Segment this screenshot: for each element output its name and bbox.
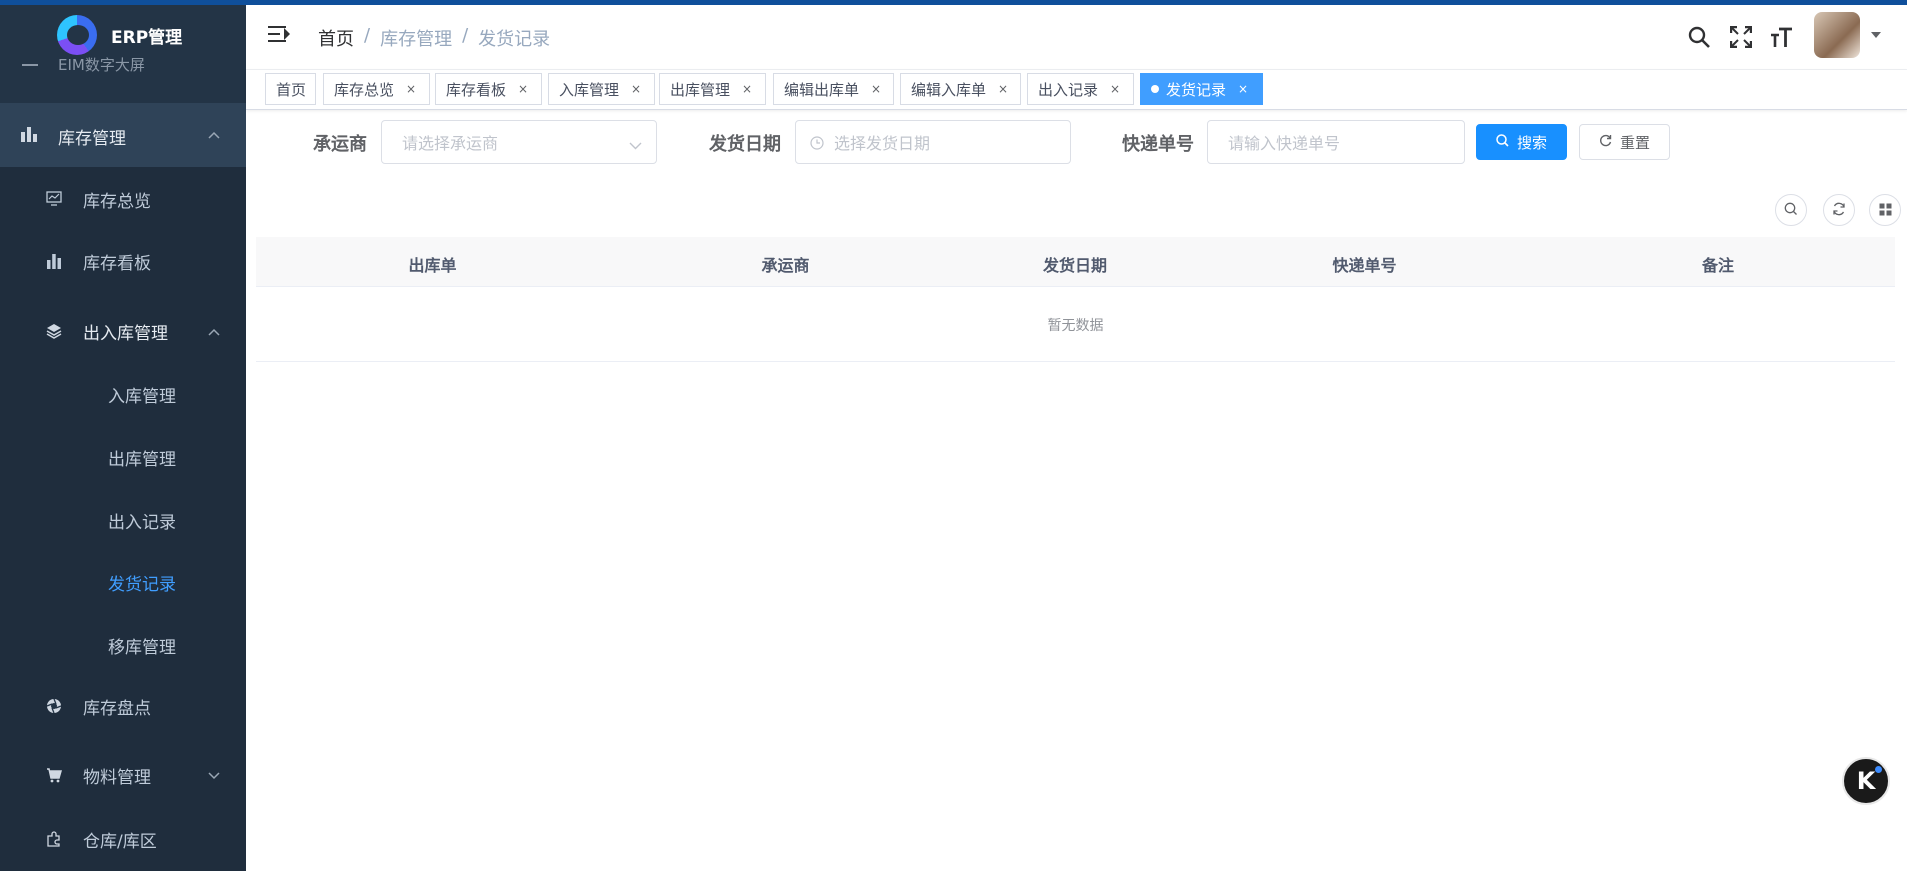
app-logo[interactable]: ERP管理 (0, 5, 246, 65)
k-logo-icon: K (1856, 767, 1876, 795)
chevron-up-icon (208, 321, 220, 341)
sidebar-item-inbound[interactable]: 入库管理 (0, 364, 246, 424)
aperture-icon (46, 698, 62, 714)
carrier-label: 承运商 (313, 134, 367, 155)
bar-chart-icon (20, 125, 38, 147)
search-icon[interactable] (1686, 24, 1712, 50)
tab-inventory-overview[interactable]: 库存总览 × (323, 73, 430, 105)
chevron-up-icon (208, 128, 220, 142)
sidebar-group-label: 库存盘点 (83, 698, 151, 719)
tab-home[interactable]: 首页 (265, 73, 316, 105)
ship-date-picker[interactable]: 选择发货日期 (795, 120, 1071, 164)
tab-inbound[interactable]: 入库管理 × (548, 73, 655, 105)
breadcrumb: 首页 / 库存管理 / 发货记录 (318, 25, 551, 51)
close-icon[interactable]: × (871, 82, 881, 96)
clock-icon (810, 135, 824, 154)
close-icon[interactable]: × (998, 82, 1008, 96)
search-button[interactable]: 搜索 (1476, 124, 1567, 160)
sidebar-group-inventory[interactable]: 库存管理 (0, 103, 246, 167)
search-icon (1496, 133, 1509, 151)
floating-assistant-button[interactable]: K (1842, 757, 1890, 805)
sidebar-group-label: 出入库管理 (83, 323, 168, 344)
sidebar: EIM数字大屏 ERP管理 库存管理 库存总览 库存看板 出入库管理 入库管理 … (0, 0, 246, 871)
tab-inventory-board[interactable]: 库存看板 × (435, 73, 542, 105)
sidebar-group-label: 物料管理 (83, 767, 151, 788)
sidebar-item-label: 发货记录 (108, 574, 176, 595)
sidebar-item-in-out-records[interactable]: 出入记录 (0, 490, 246, 550)
sidebar-group-materials[interactable]: 物料管理 (0, 743, 246, 807)
reset-button[interactable]: 重置 (1579, 124, 1670, 160)
sidebar-group-in-out[interactable]: 出入库管理 (0, 298, 246, 364)
column-header-ship-date: 发货日期 (1042, 256, 1107, 275)
active-dot-icon (1151, 85, 1159, 93)
puzzle-icon (46, 831, 62, 847)
breadcrumb-item-current: 发货记录 (478, 29, 551, 50)
sidebar-item-shipping-records[interactable]: 发货记录 (0, 552, 246, 612)
table-body: 暂无数据 (256, 287, 1895, 362)
sidebar-item-label: 出入记录 (108, 512, 176, 533)
tab-shipping-records[interactable]: 发货记录 × (1140, 73, 1263, 105)
tab-outbound[interactable]: 出库管理 × (659, 73, 766, 105)
column-header-outbound-order: 出库单 (408, 256, 457, 275)
toggle-search-button[interactable] (1775, 194, 1807, 226)
close-icon[interactable]: × (631, 82, 641, 96)
collapse-menu-icon[interactable] (268, 25, 290, 43)
sidebar-group-label: 仓库/库区 (83, 831, 157, 852)
empty-state-text: 暂无数据 (1047, 318, 1104, 334)
close-icon[interactable]: × (406, 82, 416, 96)
search-icon (1784, 201, 1798, 220)
cart-icon (46, 767, 62, 783)
breadcrumb-item: 库存管理 (380, 29, 453, 50)
sidebar-item-inventory-board[interactable]: 库存看板 (0, 231, 246, 291)
column-header-carrier: 承运商 (761, 256, 810, 275)
sidebar-item-label: 库存看板 (83, 253, 151, 274)
carrier-select[interactable]: 请选择承运商 (381, 120, 657, 164)
monitor-chart-icon (46, 191, 62, 207)
tracking-no-input[interactable]: 请输入快递单号 (1207, 120, 1465, 164)
sidebar-item-inventory-overview[interactable]: 库存总览 (0, 169, 246, 229)
sidebar-item-label: 库存总览 (83, 191, 151, 212)
columns-button[interactable] (1869, 194, 1901, 226)
ship-date-label: 发货日期 (709, 134, 781, 155)
sidebar-group-warehouse[interactable]: 仓库/库区 (0, 809, 246, 869)
refresh-icon (1832, 201, 1846, 220)
chevron-down-icon[interactable] (1871, 32, 1881, 38)
font-size-icon[interactable] (1769, 24, 1795, 50)
close-icon[interactable]: × (1110, 82, 1120, 96)
column-header-remark: 备注 (1701, 256, 1734, 275)
breadcrumb-item-home[interactable]: 首页 (318, 25, 354, 51)
close-icon[interactable]: × (518, 82, 528, 96)
close-icon[interactable]: × (1238, 82, 1248, 96)
tab-edit-inbound[interactable]: 编辑入库单 × (900, 73, 1021, 105)
sidebar-group-stocktake[interactable]: 库存盘点 (0, 676, 246, 736)
avatar[interactable] (1814, 12, 1860, 58)
refresh-icon (1599, 133, 1612, 151)
logo-icon (57, 15, 97, 55)
top-accent-line (0, 0, 1907, 5)
tags-view: 首页 库存总览 × 库存看板 × 入库管理 × 出库管理 × 编辑出库单 × 编辑入库单 ×… (246, 70, 1907, 110)
sidebar-item-outbound[interactable]: 出库管理 (0, 427, 246, 487)
tab-in-out-records[interactable]: 出入记录 × (1027, 73, 1134, 105)
tracking-no-label: 快递单号 (1122, 134, 1194, 155)
column-header-tracking-no: 快递单号 (1332, 256, 1397, 275)
fullscreen-icon[interactable] (1728, 24, 1754, 50)
table-header: 出库单 承运商 发货日期 快递单号 备注 (256, 237, 1895, 287)
tab-edit-outbound[interactable]: 编辑出库单 × (773, 73, 894, 105)
bar-chart-icon (46, 253, 62, 269)
top-header: 首页 / 库存管理 / 发货记录 (246, 5, 1907, 70)
chevron-down-icon (208, 765, 220, 785)
sidebar-item-label: 入库管理 (108, 386, 176, 407)
sidebar-item-label: 移库管理 (108, 637, 176, 658)
app-title: ERP管理 (111, 27, 183, 48)
grid-icon (1879, 201, 1892, 220)
layers-icon (46, 323, 62, 339)
sidebar-group-label: 库存管理 (58, 129, 126, 149)
refresh-button[interactable] (1823, 194, 1855, 226)
close-icon[interactable]: × (742, 82, 752, 96)
chevron-down-icon (629, 135, 642, 154)
sidebar-item-transfer[interactable]: 移库管理 (0, 615, 246, 675)
sidebar-item-label: 出库管理 (108, 449, 176, 470)
